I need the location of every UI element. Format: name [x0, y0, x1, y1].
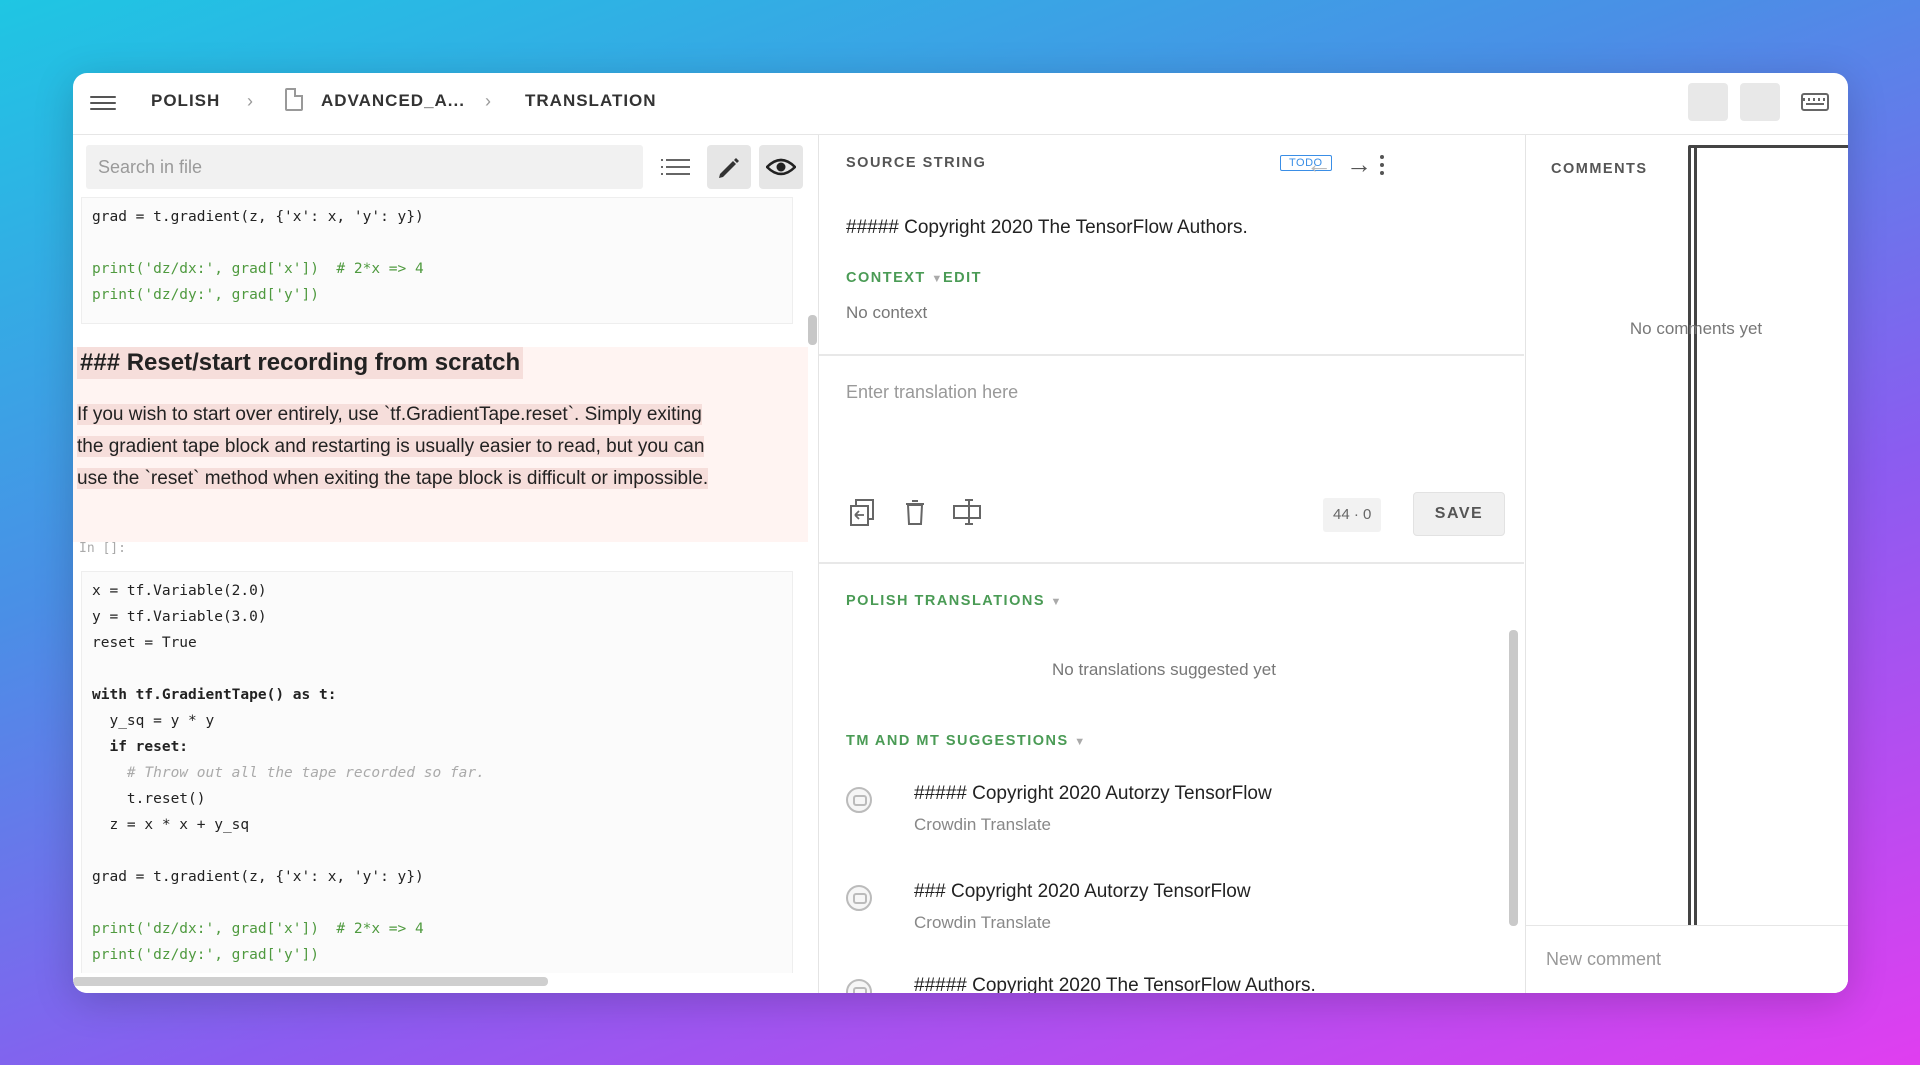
code-text: with tf.GradientTape() as t:	[92, 687, 337, 703]
edit-context-link[interactable]: EDIT	[943, 270, 982, 286]
clear-translation-button[interactable]	[900, 497, 934, 531]
source-string-label: SOURCE STRING	[846, 155, 987, 171]
code-text: x = tf.Variable(2.0)	[92, 583, 267, 599]
previous-arrow-icon[interactable]: ←	[1306, 149, 1332, 180]
no-translations-text: No translations suggested yet	[1052, 660, 1276, 679]
pencil-icon	[719, 158, 739, 178]
file-preview-panel: grad = t.gradient(z, {'x': x, 'y': y}) p…	[73, 135, 819, 993]
dropdown-arrow-icon: ▼	[1074, 736, 1087, 748]
divider	[819, 562, 1524, 564]
code-text: z = x * x + y_sq	[92, 817, 250, 833]
new-comment-input[interactable]	[1526, 925, 1848, 993]
code-comment: # Throw out all the tape recorded so far…	[92, 765, 485, 781]
code-line: x = tf.Variable(2.0) y = tf.Variable(3.0…	[92, 578, 782, 968]
code-text: grad = t.gradient(z, {'x': x, 'y': y})	[92, 869, 424, 885]
paragraph-line: the gradient tape block and restarting i…	[77, 436, 705, 457]
file-icon	[285, 88, 303, 111]
chevron-right-icon: ›	[485, 91, 491, 111]
breadcrumb-file[interactable]: ADVANCED_A...	[321, 91, 465, 111]
keyboard-shortcuts-button[interactable]	[1795, 83, 1835, 121]
paragraph: If you wish to start over entirely, use …	[77, 399, 789, 495]
paragraph-line: use the `reset` method when exiting the …	[77, 468, 709, 489]
no-comments-text: No comments yet	[1629, 319, 1763, 338]
code-text: print('dz/dy:', grad['y'])	[92, 287, 319, 303]
edit-mode-button[interactable]	[707, 145, 751, 189]
suggestion-text: ### Copyright 2020 Autorzy TensorFlow	[914, 881, 1251, 902]
document-preview: grad = t.gradient(z, {'x': x, 'y': y}) p…	[73, 197, 808, 973]
more-options-icon[interactable]	[1380, 155, 1386, 175]
code-text: if reset:	[92, 739, 189, 755]
dropdown-arrow-icon: ▼	[1050, 596, 1063, 608]
cell-prompt-label: In []:	[79, 541, 126, 556]
translation-memory-icon	[846, 979, 872, 993]
eye-icon	[766, 158, 796, 176]
breadcrumb-language[interactable]: POLISH	[151, 91, 220, 111]
code-text: y_sq = y * y	[92, 713, 215, 729]
code-text: print('dz/dx:', grad['x']) # 2*x => 4	[92, 921, 424, 937]
code-line: grad = t.gradient(z, {'x': x, 'y': y}) p…	[92, 204, 782, 308]
code-text: print('dz/dy:', grad['y'])	[92, 947, 319, 963]
suggestions-label: TM AND MT SUGGESTIONS	[846, 733, 1069, 749]
code-text: print('dz/dx:', grad['x']) # 2*x => 4	[92, 261, 424, 277]
suggestion-source: Crowdin Translate	[914, 913, 1052, 932]
suggestion-source: Crowdin Translate	[914, 815, 1052, 834]
top-bar: POLISH › ADVANCED_A... › TRANSLATION	[73, 73, 1848, 993]
insert-placeholder-button[interactable]	[951, 497, 985, 531]
divider	[819, 354, 1524, 356]
polish-translations-toggle[interactable]: POLISH TRANSLATIONS ▼	[846, 593, 1063, 609]
editor-panel: SOURCE STRING TODO ← → ##### Copyright 2…	[819, 135, 1524, 993]
character-counter: 44 · 0	[1323, 498, 1382, 532]
suggestion-text: ##### Copyright 2020 The TensorFlow Auth…	[914, 975, 1316, 993]
next-arrow-icon[interactable]: →	[1346, 149, 1372, 180]
code-cell: x = tf.Variable(2.0) y = tf.Variable(3.0…	[81, 571, 793, 973]
list-view-button[interactable]	[656, 145, 700, 189]
paragraph-line: If you wish to start over entirely, use …	[77, 404, 702, 425]
list-icon	[661, 154, 690, 180]
crowdin-translate-icon	[846, 787, 872, 813]
section-heading: ### Reset/start recording from scratch	[77, 347, 524, 379]
trash-icon	[906, 500, 924, 525]
suggestion-text: ##### Copyright 2020 Autorzy TensorFlow	[914, 783, 1272, 804]
code-text: reset = True	[92, 635, 197, 651]
search-input[interactable]	[86, 145, 643, 189]
crowdin-translate-icon	[846, 885, 872, 911]
code-text: y = tf.Variable(3.0)	[92, 609, 267, 625]
vertical-scrollbar[interactable]	[1509, 630, 1518, 926]
comments-panel: COMMENTS No comments yet	[1525, 135, 1848, 993]
code-cell: grad = t.gradient(z, {'x': x, 'y': y}) p…	[81, 197, 793, 324]
save-button[interactable]: SAVE	[1413, 492, 1505, 536]
vertical-scrollbar[interactable]	[808, 315, 817, 345]
suggestions-toggle[interactable]: TM AND MT SUGGESTIONS ▼	[846, 733, 1087, 749]
layout-left-panel-button[interactable]	[1688, 83, 1848, 993]
context-label: CONTEXT	[846, 270, 926, 286]
context-text: No context	[846, 303, 928, 322]
text-cursor-icon	[953, 499, 981, 525]
keyboard-icon	[1801, 93, 1829, 111]
source-string-text: ##### Copyright 2020 The TensorFlow Auth…	[846, 217, 1248, 238]
copy-source-button[interactable]	[847, 497, 881, 531]
breadcrumb-current: TRANSLATION	[525, 91, 657, 110]
copy-source-icon	[850, 499, 874, 526]
highlighted-markdown-cell[interactable]: ### Reset/start recording from scratch I…	[73, 347, 808, 542]
translation-input[interactable]	[846, 382, 1486, 452]
layout-right-panel-button[interactable]	[1740, 83, 1780, 121]
translations-label: POLISH TRANSLATIONS	[846, 593, 1046, 609]
context-toggle[interactable]: CONTEXT ▼	[846, 270, 944, 286]
code-text: grad = t.gradient(z, {'x': x, 'y': y})	[92, 209, 424, 225]
horizontal-scrollbar[interactable]	[73, 977, 548, 986]
app-window: POLISH › ADVANCED_A... › TRANSLATION Sea…	[73, 73, 1848, 993]
hamburger-menu-icon[interactable]	[90, 92, 116, 114]
comments-title: COMMENTS	[1551, 161, 1648, 177]
preview-mode-button[interactable]	[759, 145, 803, 189]
dropdown-arrow-icon: ▼	[931, 273, 944, 285]
chevron-right-icon: ›	[247, 91, 253, 111]
code-text: t.reset()	[92, 791, 206, 807]
